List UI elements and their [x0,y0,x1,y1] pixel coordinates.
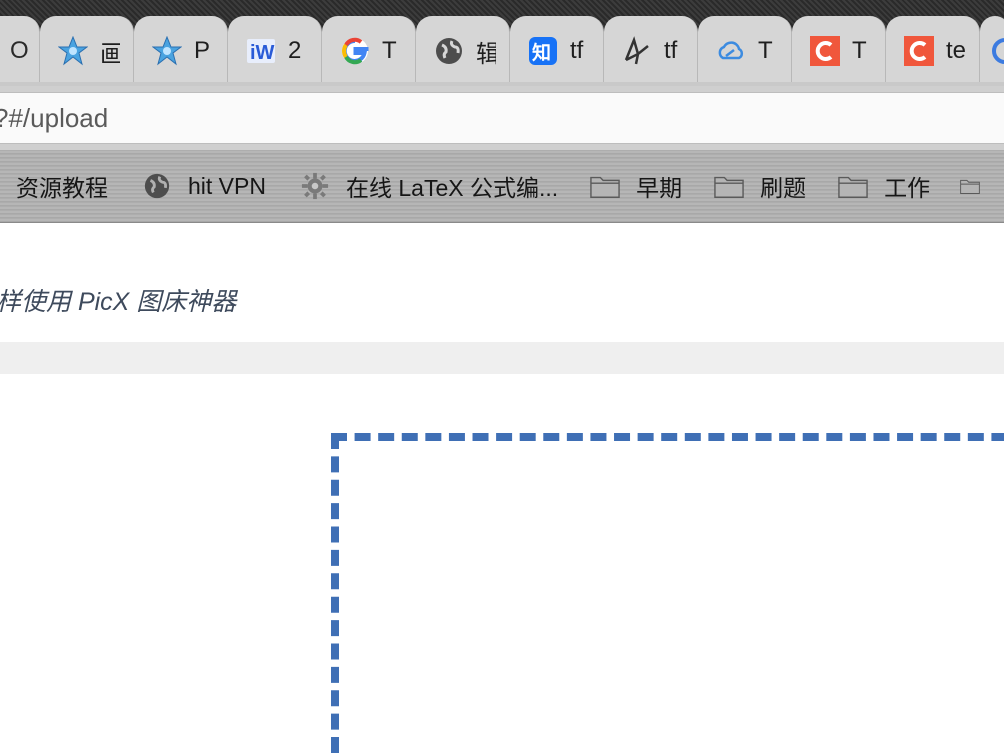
star-logo-icon [58,36,88,66]
browser-tab[interactable]: iW 2 [228,16,322,86]
zhihu-icon: 知 [528,36,558,66]
globe-icon [142,171,172,201]
folder-icon [960,171,980,201]
bookmark-folder-practice[interactable]: 刷题 [714,150,806,222]
bookmark-label: 早期 [636,175,683,201]
google-icon [340,36,370,66]
browser-tab[interactable]: T [322,16,416,86]
globe-icon [434,36,464,66]
page-slogan: 样使用 PicX 图床神器 [0,288,237,316]
tab-title: tf [664,37,678,64]
address-bar: ?#/upload [0,86,1004,150]
svg-text:知: 知 [532,41,551,64]
c-logo-icon [904,36,934,66]
tab-title: tf [570,37,584,64]
browser-tab[interactable]: P [134,16,228,86]
bookmark-label: 刷题 [760,175,807,201]
url-text: ?#/upload [0,102,109,133]
tab-title: te [946,37,966,64]
tab-title: 2 [288,37,302,64]
browser-tab[interactable]: T [698,16,792,86]
bookmark-folder-partial[interactable] [960,150,996,222]
bookmark-label: hit VPN [188,172,266,199]
upload-dropzone[interactable] [331,433,1004,753]
sketch-logo-icon [622,36,652,66]
browser-tab[interactable]: 知 tf [510,16,604,86]
browser-tab[interactable]: 辑 [416,16,510,86]
tab-title: 辑 [476,34,496,69]
tab-title: P [194,37,211,64]
folder-icon [838,171,868,201]
star-logo-icon [152,36,182,66]
gear-icon [300,171,330,201]
browser-tab[interactable]: te [886,16,980,86]
tab-title: T [382,37,397,64]
url-field[interactable]: ?#/upload [0,92,1004,144]
bookmark-hit-vpn[interactable]: hit VPN [142,150,266,222]
svg-text:iW: iW [250,42,275,64]
tabs-row: O 画 P iW 2 T [0,16,1004,86]
folder-icon [714,171,744,201]
bookmark-label: 资源教程 [16,175,108,201]
browser-tab[interactable] [980,16,1004,86]
browser-tab-strip: O 画 P iW 2 T [0,0,1004,86]
bookmark-folder-early[interactable]: 早期 [590,150,682,222]
cloud-icon [716,36,746,66]
bookmarks-bar: 资源教程 hit VPN 在线 LaTeX 公式编... 早期 刷题 工作 [0,150,1004,223]
c-logo-icon [810,36,840,66]
browser-tab[interactable]: O [0,16,40,86]
bookmark-label: 工作 [884,175,931,201]
bookmark-latex-editor[interactable]: 在线 LaTeX 公式编... [300,150,558,222]
folder-icon [590,171,620,201]
w-logo-icon: iW [246,36,276,66]
tab-title: T [852,37,867,64]
browser-tab[interactable]: 画 [40,16,134,86]
bookmark-resources[interactable]: 资源教程 [16,150,108,222]
tab-title: O [10,37,29,64]
browser-tab[interactable]: T [792,16,886,86]
bookmark-label: 在线 LaTeX 公式编... [345,175,559,201]
tab-title: T [758,37,773,64]
divider-band [0,342,1004,374]
partial-tab-icon [986,36,1004,66]
tab-title: 画 [100,34,120,69]
bookmark-folder-work[interactable]: 工作 [838,150,930,222]
browser-tab[interactable]: tf [604,16,698,86]
